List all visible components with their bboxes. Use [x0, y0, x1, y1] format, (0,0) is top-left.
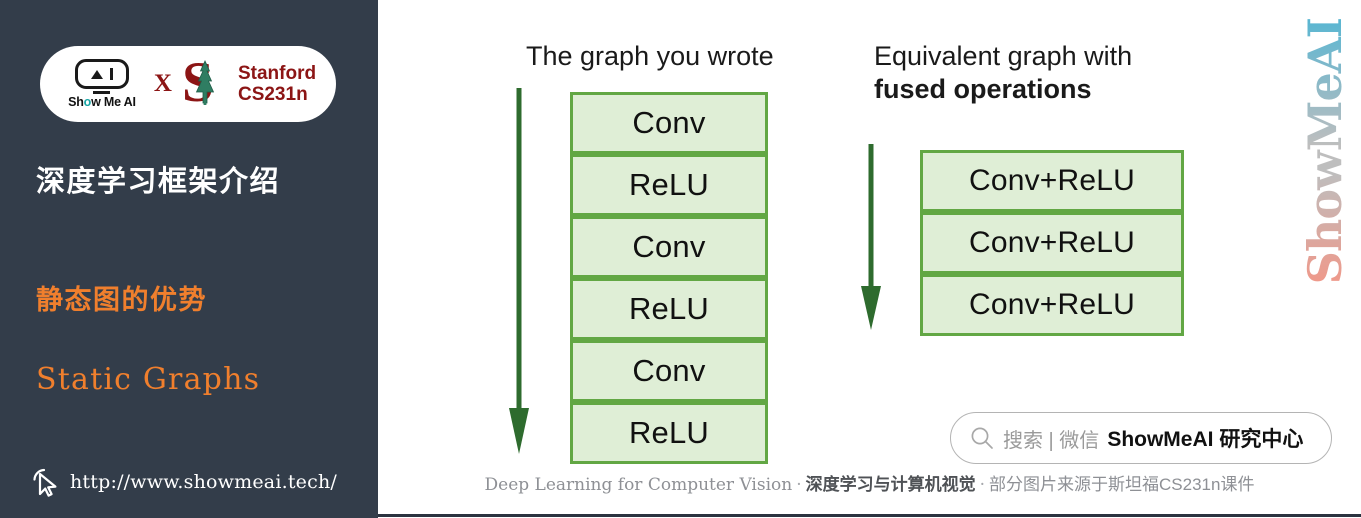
search-placeholder-text: 搜索 | 微信 [1003, 429, 1100, 452]
footer-caption: Deep Learning for Computer Vision · 深度学习与计… [378, 470, 1361, 495]
footer-cn-bold: 深度学习与计算机视觉 [805, 475, 976, 494]
logo-pill: Show Me AI X S Stanford CS231n [40, 46, 336, 122]
page-title: 深度学习框架介绍 [36, 166, 281, 198]
slide-root: Show Me AI X S Stanford CS231n 深度学习框架介绍 … [0, 0, 1361, 518]
footer-sep-1: · [796, 475, 802, 495]
bottom-divider [378, 514, 1361, 517]
site-url[interactable]: http://www.showmeai.tech/ [70, 471, 337, 493]
search-icon [971, 427, 993, 449]
showmeai-wordmark: Show Me AI [68, 95, 136, 109]
section-subtitle-cn: 静态图的优势 [36, 285, 207, 315]
showmeai-watermark: ShowMeAI [1297, 18, 1353, 284]
showmeai-logo: Show Me AI [60, 59, 144, 109]
caret-up-icon [90, 69, 103, 79]
left-flow-down-arrow-icon [509, 88, 529, 454]
robot-face-icon [74, 59, 129, 89]
search-brand-text: ShowMeAI 研究中心 [1107, 428, 1304, 451]
op-box-conv-2[interactable]: Conv [570, 216, 768, 278]
section-subtitle-en: Static Graphs [36, 362, 261, 397]
op-box-conv-relu-3[interactable]: Conv+ReLU [920, 274, 1184, 336]
stanford-tree-logo: S [182, 54, 228, 113]
right-column-heading: Equivalent graph with fused operations [874, 40, 1132, 106]
sidebar: Show Me AI X S Stanford CS231n 深度学习框架介绍 … [0, 0, 378, 518]
right-heading-line2: fused operations [874, 73, 1092, 104]
tree-icon [195, 60, 215, 105]
bar-icon [109, 68, 114, 80]
stanford-course-label: Stanford CS231n [237, 62, 317, 105]
right-heading-line1: Equivalent graph with [874, 41, 1133, 71]
op-box-conv-relu-2[interactable]: Conv+ReLU [920, 212, 1184, 274]
cursor-arrow-icon [33, 468, 57, 497]
footer-en: Deep Learning for Computer Vision [484, 475, 793, 495]
watermark-text: ShowMeAI [1298, 17, 1352, 285]
op-box-conv-relu-1[interactable]: Conv+ReLU [920, 150, 1184, 212]
footer-sep-2: · [979, 475, 986, 495]
cross-symbol: X [153, 70, 172, 97]
op-box-conv-3[interactable]: Conv [570, 340, 768, 402]
site-url-row[interactable]: http://www.showmeai.tech/ [30, 466, 337, 498]
wechat-search-bar[interactable]: 搜索 | 微信 ShowMeAI 研究中心 [950, 412, 1332, 464]
left-column-heading: The graph you wrote [526, 41, 774, 71]
op-box-relu-3[interactable]: ReLU [570, 402, 768, 464]
op-box-conv-1[interactable]: Conv [570, 92, 768, 154]
op-box-relu-1[interactable]: ReLU [570, 154, 768, 216]
right-flow-down-arrow-icon [861, 144, 881, 330]
op-box-relu-2[interactable]: ReLU [570, 278, 768, 340]
robot-stem-icon [93, 91, 111, 94]
main-content: The graph you wrote Equivalent graph wit… [378, 0, 1361, 518]
footer-cn-note: 部分图片来源于斯坦福CS231n课件 [989, 475, 1255, 494]
